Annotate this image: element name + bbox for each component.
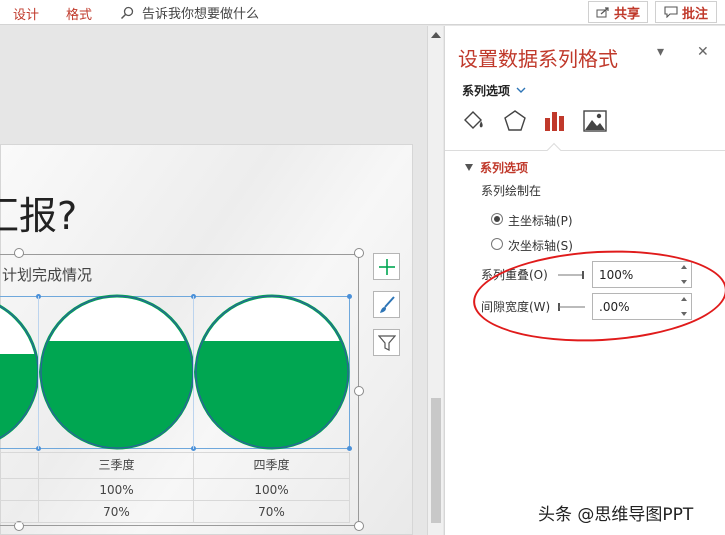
table-cell: 70% [103, 505, 130, 519]
table-cell: 100% [99, 483, 134, 497]
divider [445, 150, 725, 151]
fill-line-icon[interactable] [461, 108, 487, 134]
series-options-icon[interactable] [542, 108, 568, 134]
primary-axis-radio[interactable] [491, 213, 503, 225]
scroll-thumb[interactable] [431, 398, 441, 523]
tell-me-box[interactable]: 告诉我你想要做什么 [120, 3, 259, 22]
watermark: 头条 @思维导图PPT [538, 505, 694, 525]
plus-icon [378, 258, 395, 275]
vertical-scrollbar[interactable] [427, 26, 443, 535]
table-line [0, 478, 350, 479]
tab-pointer [546, 142, 562, 158]
filter-icon [377, 334, 396, 351]
comment-button[interactable]: 批注 [655, 1, 717, 23]
chart-bar-fill[interactable] [190, 341, 360, 456]
share-button[interactable]: 共享 [588, 1, 648, 23]
table-line [0, 522, 350, 523]
plot-series-on-label: 系列绘制在 [481, 184, 542, 198]
scroll-up-icon[interactable] [431, 32, 441, 38]
table-line [0, 500, 350, 501]
chart-handle[interactable] [14, 248, 24, 258]
secondary-axis-radio[interactable] [491, 238, 503, 250]
chart-styles-button[interactable] [373, 291, 400, 318]
table-cell: 70% [258, 505, 285, 519]
close-icon[interactable]: ✕ [697, 44, 709, 60]
picture-icon[interactable] [582, 108, 608, 134]
chart-title[interactable]: 计划完成情况 [2, 264, 92, 285]
chevron-down-icon [516, 87, 526, 93]
chart-elements-button[interactable] [373, 253, 400, 280]
slide-canvas: 汇报? 计划完成情况 三季度 四季度 100% 100% 70% 70% [0, 26, 427, 535]
pane-options-icon[interactable]: ▾ [657, 44, 664, 60]
collapse-triangle-icon [465, 164, 473, 171]
slide-title[interactable]: 汇报? [0, 185, 77, 240]
section-label: 系列选项 [480, 161, 529, 175]
comment-label: 批注 [681, 6, 708, 22]
primary-axis-label[interactable]: 主坐标轴(P) [508, 212, 573, 229]
share-label: 共享 [613, 6, 640, 22]
ribbon: 设计 格式 告诉我你想要做什么 共享 批注 [0, 0, 725, 25]
gridline [193, 296, 194, 449]
chart-handle[interactable] [354, 248, 364, 258]
gridline [38, 296, 39, 449]
chart-filters-button[interactable] [373, 329, 400, 356]
section-series-options[interactable]: 系列选项 [465, 159, 528, 176]
series-options-dropdown[interactable]: 系列选项 [462, 82, 526, 99]
share-icon [596, 7, 609, 18]
chart-handle[interactable] [354, 386, 364, 396]
series-options-label: 系列选项 [462, 84, 511, 98]
pane-title: 设置数据系列格式 [458, 47, 618, 71]
chart-plot [0, 294, 350, 456]
table-header: 三季度 [98, 458, 135, 472]
brush-icon [379, 295, 395, 313]
comment-icon [664, 6, 678, 18]
table-header: 四季度 [253, 458, 290, 472]
table-line [0, 452, 350, 453]
secondary-axis-label[interactable]: 次坐标轴(S) [508, 237, 573, 254]
tell-me-text: 告诉我你想要做什么 [142, 7, 260, 22]
chart-bar-fill[interactable] [35, 341, 205, 456]
table-cell: 100% [254, 483, 289, 497]
search-icon [120, 6, 134, 19]
table-line [349, 452, 350, 522]
tab-design[interactable]: 设计 [13, 4, 39, 23]
effects-icon[interactable] [502, 108, 528, 134]
chart-handle[interactable] [354, 521, 364, 531]
tab-format[interactable]: 格式 [66, 4, 92, 23]
